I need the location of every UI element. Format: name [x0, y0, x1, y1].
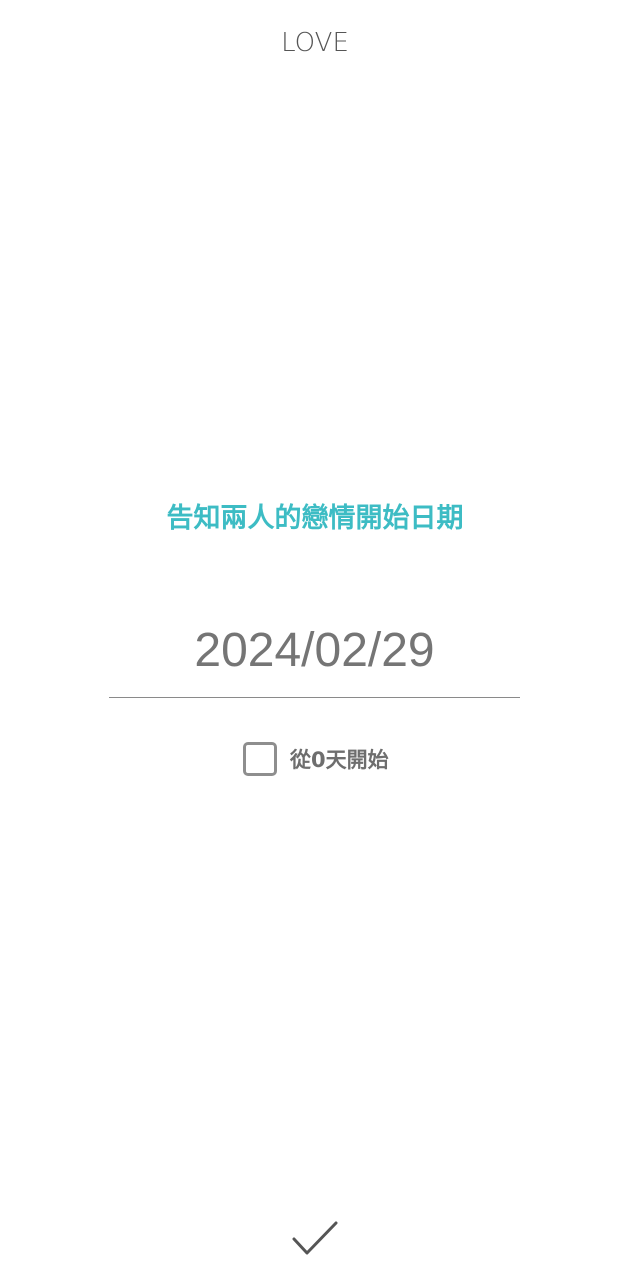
start-from-zero-label: 從0天開始: [290, 748, 389, 772]
app-title: LOVE: [281, 28, 349, 58]
start-date-field[interactable]: 2024/02/29: [109, 612, 520, 698]
start-date-prompt: 告知兩人的戀情開始日期: [166, 503, 464, 534]
start-date-value: 2024/02/29: [194, 624, 435, 677]
start-from-zero-option[interactable]: 從0天開始: [243, 739, 389, 779]
checkmark-icon: [292, 1221, 338, 1255]
start-from-zero-checkbox[interactable]: [243, 742, 277, 776]
confirm-button[interactable]: [285, 1214, 345, 1264]
